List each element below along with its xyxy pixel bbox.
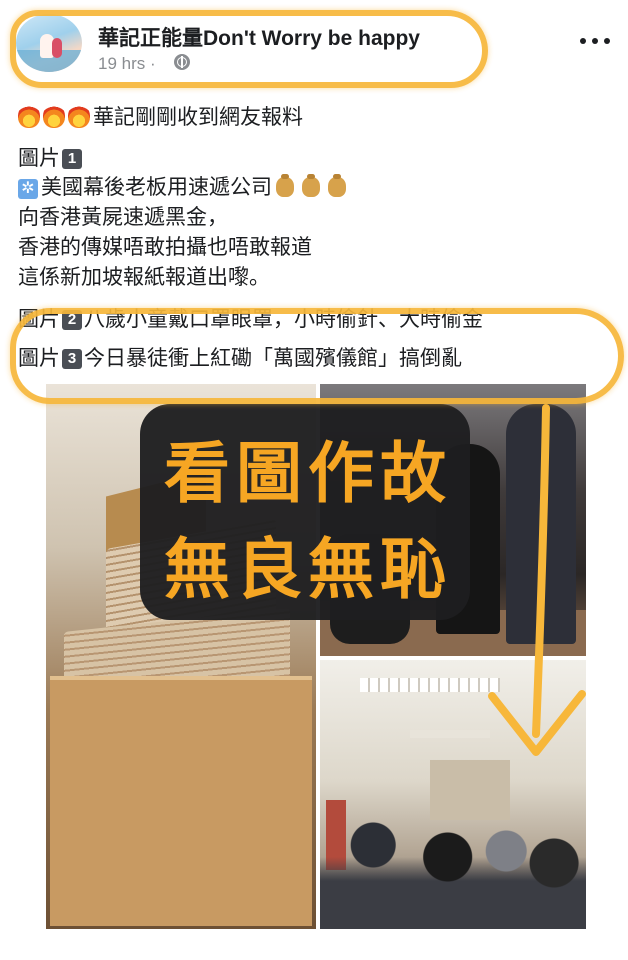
arrow-down-icon	[488, 404, 586, 756]
pic1-text-c: 香港的傳媒唔敢拍攝也唔敢報道	[18, 236, 312, 259]
fire-icon	[43, 104, 65, 128]
overlay-caption-line-1: 看圖作故	[164, 435, 452, 512]
sun-gear-icon: ✲	[18, 179, 38, 199]
pic1-heading: 圖片 1	[18, 146, 84, 172]
pic1-text-b: 向香港黃屍速遞黑金，	[18, 206, 228, 229]
money-bag-icon	[276, 174, 294, 197]
money-bag-icon	[328, 174, 346, 197]
fire-icon	[68, 104, 90, 128]
pic1-text-d: 這係新加坡報紙報道出嚟。	[18, 266, 270, 289]
number-1-icon: 1	[62, 149, 82, 169]
intro-text: 華記剛剛收到網友報料	[93, 106, 303, 129]
pic1-text-a: 美國幕後老板用速遞公司	[41, 176, 272, 199]
more-options-icon[interactable]	[578, 30, 612, 50]
overlay-caption-line-2: 無良無恥	[164, 531, 452, 608]
post-intro-line: 華記剛剛收到網友報料	[18, 104, 303, 131]
money-bag-icon	[302, 174, 320, 197]
pic1-line-a: ✲ 美國幕後老板用速遞公司	[18, 174, 350, 201]
highlight-circle-pic3-line	[10, 308, 624, 404]
fire-icon	[18, 104, 40, 128]
highlight-circle-page-name	[10, 10, 488, 88]
pic1-label: 圖片	[18, 147, 60, 170]
